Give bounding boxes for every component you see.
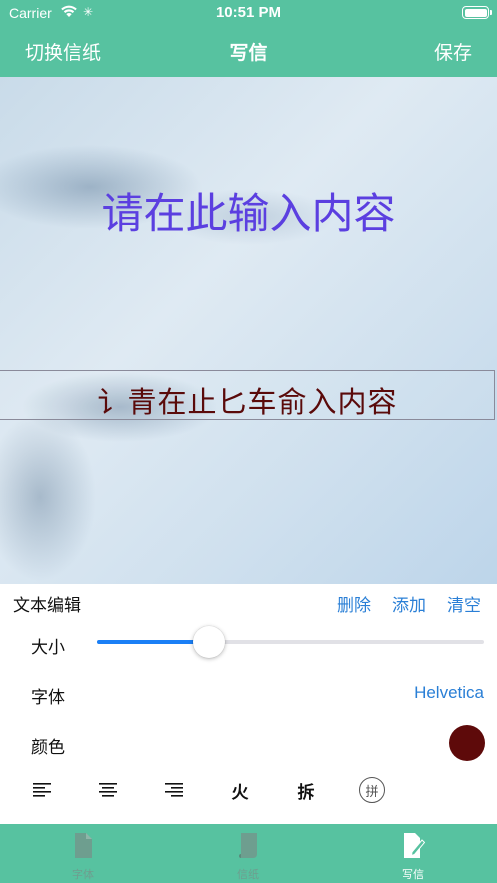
align-center-icon[interactable] <box>93 775 123 805</box>
letter-canvas[interactable]: 请在此输入内容 讠青在止匕车俞入内容 <box>0 77 497 584</box>
align-right-icon[interactable] <box>159 775 189 805</box>
tab-write[interactable]: 写信 <box>368 824 458 883</box>
size-label: 大小 <box>31 638 65 658</box>
pinyin-button[interactable]: 拼 <box>359 777 385 803</box>
fire-style-button[interactable]: 火 <box>225 775 255 805</box>
align-left-icon[interactable] <box>27 775 57 805</box>
save-button[interactable]: 保存 <box>434 38 472 65</box>
color-label: 颜色 <box>31 738 65 758</box>
tab-paper[interactable]: 信纸 <box>203 824 293 883</box>
paper-icon <box>238 832 258 859</box>
font-label: 字体 <box>31 688 65 708</box>
text-edit-panel: 文本编辑 删除 添加 清空 大小 字体 Helvetica 颜色 火 拆 拼 <box>0 584 497 824</box>
size-slider[interactable] <box>97 626 484 658</box>
tab-label: 信纸 <box>237 868 259 881</box>
delete-button[interactable]: 删除 <box>337 591 371 616</box>
font-picker[interactable]: Helvetica <box>414 683 484 703</box>
document-icon <box>73 832 93 859</box>
text-box-content: 讠青在止匕车俞入内容 <box>97 385 398 419</box>
page-title: 写信 <box>229 42 268 64</box>
tab-label: 字体 <box>72 868 94 881</box>
battery-icon <box>462 6 492 19</box>
content-placeholder[interactable]: 请在此输入内容 <box>0 180 497 241</box>
tab-bar: 字体 信纸 写信 <box>0 824 497 883</box>
top-bar: Carrier ✳ 10:51 PM 切换信纸 写信 保存 <box>0 0 497 77</box>
slider-thumb[interactable] <box>193 626 226 658</box>
clear-button[interactable]: 清空 <box>447 591 481 616</box>
add-button[interactable]: 添加 <box>392 591 426 616</box>
panel-title: 文本编辑 <box>13 596 81 616</box>
status-bar: Carrier ✳ 10:51 PM <box>0 0 497 26</box>
color-swatch[interactable] <box>449 725 485 761</box>
write-icon <box>403 832 426 859</box>
split-character-button[interactable]: 拆 <box>291 775 321 805</box>
tab-label: 写信 <box>402 868 424 881</box>
status-time: 10:51 PM <box>215 4 282 21</box>
tab-font[interactable]: 字体 <box>38 824 128 883</box>
selected-text-box[interactable]: 讠青在止匕车俞入内容 <box>0 370 495 420</box>
